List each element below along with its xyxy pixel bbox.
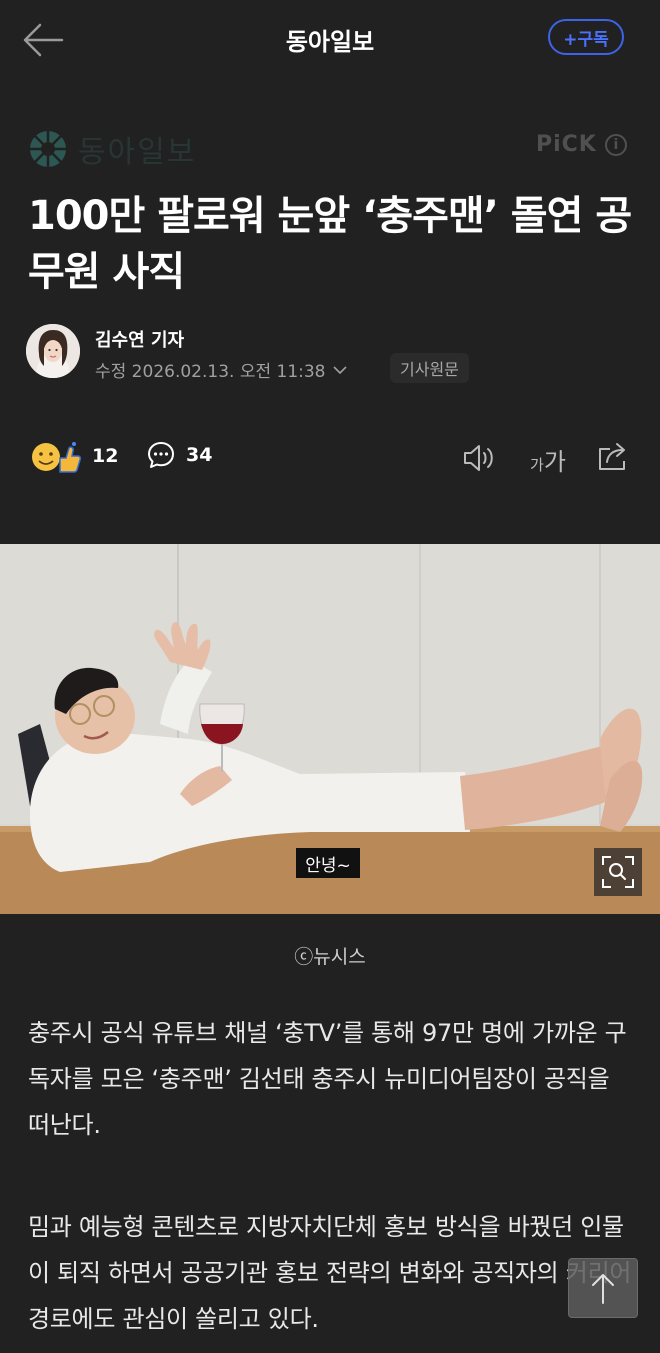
speaker-icon [464,445,493,471]
reaction-button[interactable]: 12 [30,438,118,474]
font-size-button[interactable]: 가가 [530,442,566,477]
zoom-search-icon [602,856,634,888]
font-size-small: 가 [530,456,544,474]
share-icon [599,443,625,470]
reaction-emoji-icon [32,442,82,473]
article-paragraph: 밈과 예능형 콘텐츠로 지방자치단체 홍보 방식을 바꿨던 인물이 퇴직 하면서… [28,1213,632,1333]
arrow-left-icon [23,23,64,57]
updated-time: 수정 2026.02.13. 오전 11:38 [95,357,348,382]
comment-button[interactable]: 34 [146,440,212,470]
original-article-button[interactable]: 기사원문 [390,353,469,383]
reporter-name[interactable]: 김수연 기자 [95,326,184,352]
article-paragraph: 충주시 공식 유튜브 채널 ‘충TV’를 통해 97만 명에 가까운 구독자를 … [28,1019,627,1139]
info-icon[interactable]: i [604,133,627,156]
subscribe-button[interactable]: +구독 [548,19,624,55]
arrow-up-icon [592,1274,614,1304]
tts-button[interactable] [462,442,498,478]
press-logo-text: 동아일보 [78,135,197,170]
pick-badge: PiCK i [536,132,627,157]
chevron-down-icon[interactable] [332,364,348,376]
comment-count: 34 [186,444,213,466]
article-headline: 100만 팔로워 눈앞 ‘충주맨’ 돌연 공무원 사직 [28,193,632,295]
pick-label: PiCK [536,132,597,157]
back-button[interactable] [20,20,70,60]
share-button[interactable] [596,440,630,476]
press-logo[interactable]: 동아일보 [28,128,196,170]
scroll-to-top-button[interactable] [568,1258,638,1318]
reporter-photo [26,324,80,378]
press-emblem-icon [30,131,66,167]
reaction-count: 12 [92,445,119,467]
comment-bubble-icon [148,442,174,468]
zoom-image-button[interactable] [594,848,642,896]
photo-credit: ⓒ뉴시스 [294,946,366,968]
updated-time-text: 수정 2026.02.13. 오전 11:38 [95,362,326,382]
reporter-avatar[interactable] [26,324,80,378]
font-size-large: 가 [543,448,566,476]
video-subtitle: 안녕~ [296,848,360,878]
